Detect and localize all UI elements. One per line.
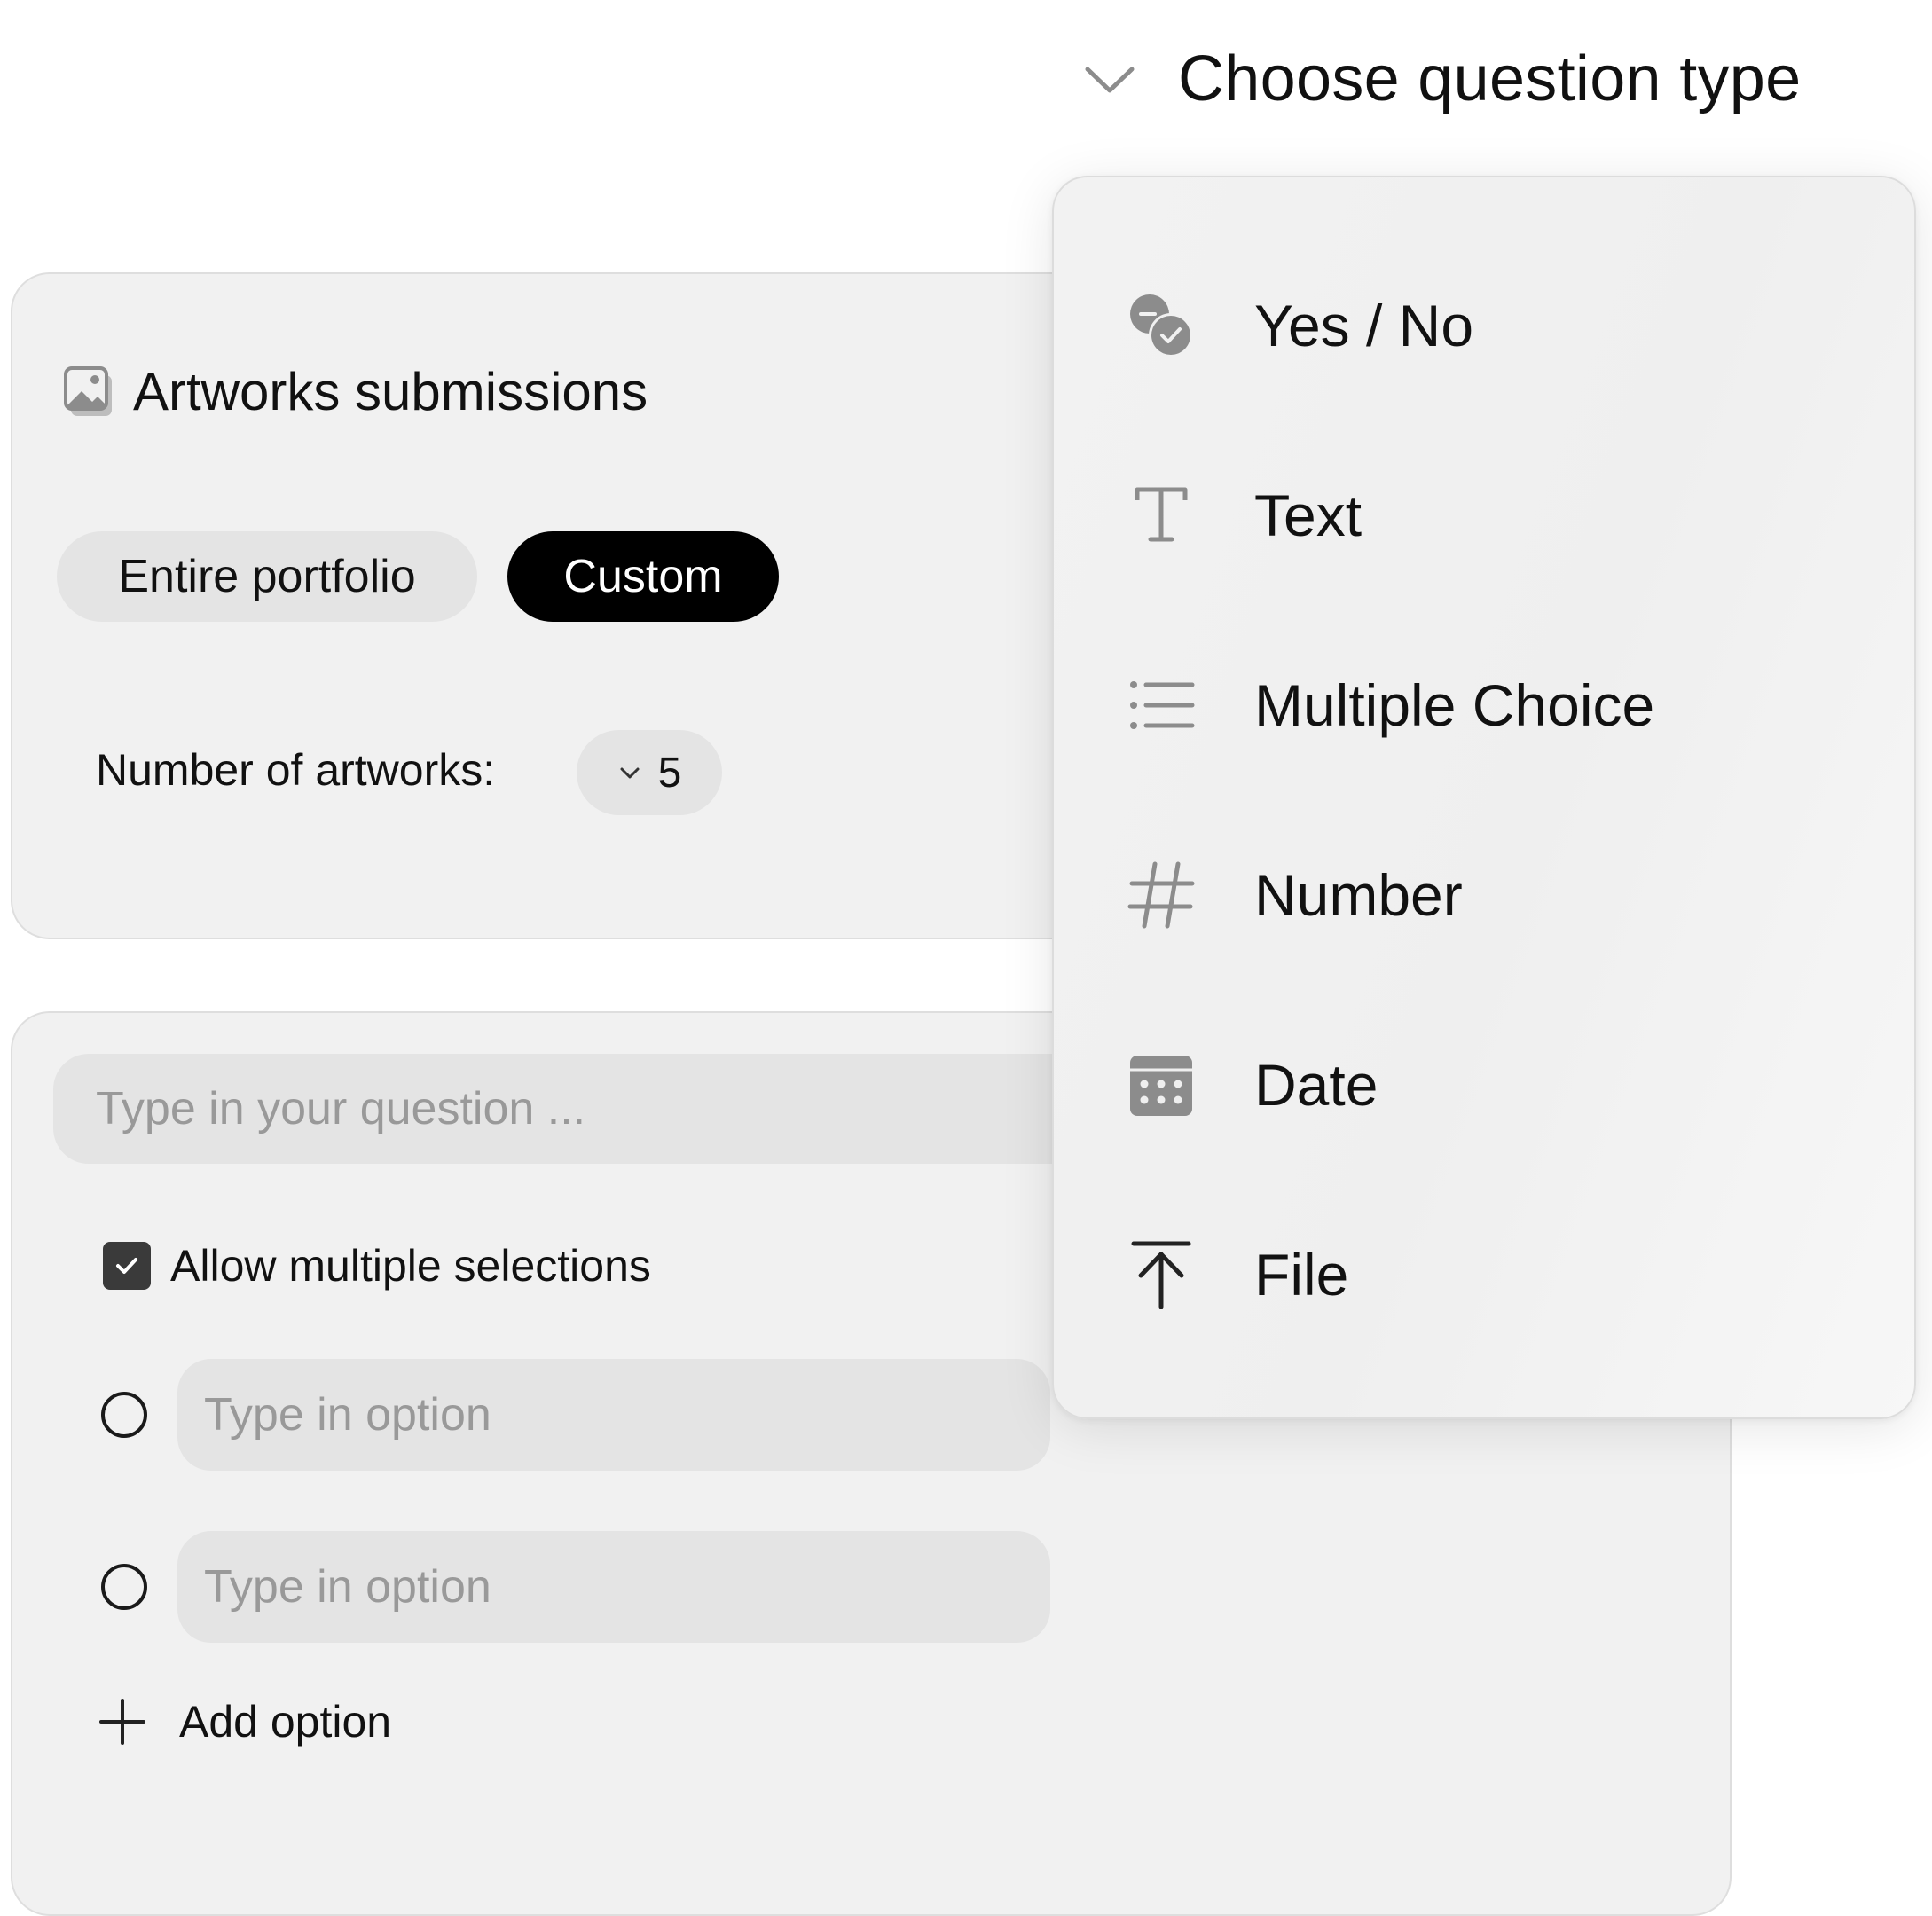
- question-type-selector[interactable]: Choose question type: [1080, 43, 1801, 115]
- menu-item-label: Yes / No: [1254, 293, 1474, 358]
- chevron-down-icon: [620, 767, 640, 779]
- menu-item-yes-no[interactable]: Yes / No: [1054, 259, 1914, 392]
- card-title: Artworks submissions: [62, 361, 648, 422]
- menu-item-label: Multiple Choice: [1254, 672, 1655, 738]
- menu-item-multiple-choice[interactable]: Multiple Choice: [1054, 639, 1914, 772]
- question-type-label[interactable]: Choose question type: [1178, 43, 1801, 115]
- menu-item-date[interactable]: Date: [1054, 1018, 1914, 1151]
- question-input[interactable]: [53, 1054, 1153, 1164]
- option-input[interactable]: [177, 1359, 1050, 1471]
- image-icon: [64, 365, 112, 416]
- question-type-menu: Yes / No Text Multiple Choice Number Dat…: [1052, 176, 1916, 1419]
- allow-multiple-checkbox[interactable]: [103, 1242, 151, 1290]
- option-row: [101, 1359, 1050, 1471]
- artworks-card: Artworks submissions Entire portfolio Cu…: [11, 272, 1109, 939]
- menu-item-label: File: [1254, 1242, 1349, 1307]
- text-type-icon: [1127, 481, 1196, 550]
- menu-item-text[interactable]: Text: [1054, 449, 1914, 582]
- option-radio[interactable]: [101, 1392, 147, 1438]
- option-radio[interactable]: [101, 1564, 147, 1610]
- plus-icon: [99, 1699, 145, 1745]
- calendar-icon: [1127, 1050, 1196, 1119]
- card-title-text: Artworks submissions: [133, 362, 648, 421]
- menu-item-file[interactable]: File: [1054, 1208, 1914, 1341]
- menu-item-number[interactable]: Number: [1054, 828, 1914, 962]
- add-option-label: Add option: [179, 1697, 392, 1747]
- option-row: [101, 1531, 1050, 1643]
- number-of-artworks-value: 5: [657, 749, 682, 797]
- menu-item-label: Date: [1254, 1052, 1378, 1118]
- allow-multiple-row[interactable]: Allow multiple selections: [103, 1240, 651, 1292]
- scope-custom-button[interactable]: Custom: [507, 531, 779, 622]
- allow-multiple-label: Allow multiple selections: [170, 1241, 651, 1291]
- upload-icon: [1127, 1240, 1196, 1309]
- yes-no-icon: [1127, 291, 1196, 360]
- list-icon: [1127, 671, 1196, 740]
- chevron-down-icon[interactable]: [1080, 50, 1139, 108]
- hash-icon: [1127, 860, 1196, 930]
- option-input[interactable]: [177, 1531, 1050, 1643]
- add-option-button[interactable]: Add option: [98, 1696, 391, 1747]
- checkmark-icon: [116, 1258, 137, 1274]
- question-builder: Choose question type Artworks submission…: [0, 0, 1932, 1916]
- scope-entire-portfolio-button[interactable]: Entire portfolio: [57, 531, 477, 622]
- menu-item-label: Text: [1254, 483, 1363, 548]
- menu-item-label: Number: [1254, 862, 1463, 928]
- number-of-artworks-label: Number of artworks:: [96, 745, 496, 795]
- number-of-artworks-select[interactable]: 5: [577, 730, 722, 815]
